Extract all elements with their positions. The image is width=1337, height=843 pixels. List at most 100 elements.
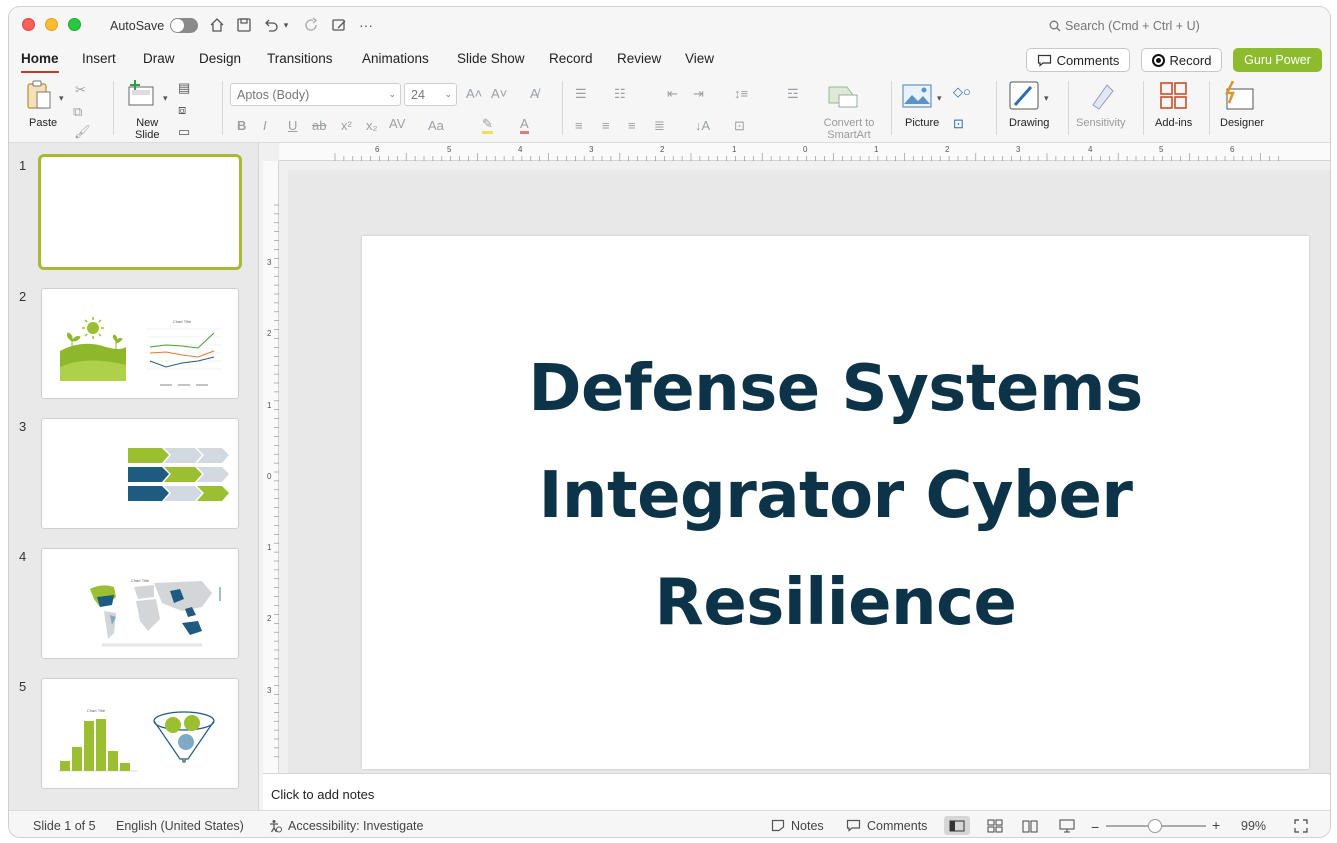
justify-icon[interactable]: ≣ [654, 119, 665, 133]
notes-pane[interactable]: Click to add notes [263, 773, 1330, 810]
align-right-icon[interactable]: ≡ [628, 119, 636, 133]
accessibility-status[interactable]: Accessibility: Investigate [268, 819, 423, 833]
highlight-icon[interactable]: ✎ [482, 116, 493, 134]
tab-review[interactable]: Review [617, 51, 661, 66]
font-name-select[interactable]: Aptos (Body) ⌄ [230, 83, 401, 106]
format-painter-icon[interactable]: 🖌 [74, 125, 91, 139]
notes-toggle[interactable]: Notes [771, 819, 824, 833]
autosave-toggle[interactable] [170, 18, 198, 33]
slideshow-view-button[interactable] [1054, 816, 1080, 835]
increase-font-icon[interactable]: A˄ [466, 87, 482, 101]
convert-smartart-button[interactable] [827, 83, 861, 109]
sensitivity-button[interactable] [1087, 81, 1117, 111]
reset-icon[interactable]: ⧈ [178, 103, 186, 117]
designer-button[interactable] [1223, 80, 1255, 111]
picture-button[interactable] [902, 84, 932, 108]
ruler-label: 1 [267, 543, 272, 552]
tab-draw[interactable]: Draw [143, 51, 175, 66]
layout-icon[interactable]: ▤ [178, 81, 190, 95]
maximize-window-button[interactable] [68, 18, 81, 31]
numbering-icon[interactable]: ☷ [614, 87, 626, 101]
textbox-icon[interactable]: ⊡ [953, 117, 964, 131]
undo-icon[interactable] [262, 16, 280, 34]
ruler-label: 6 [375, 145, 380, 154]
slide-thumbnail-1[interactable] [38, 154, 242, 270]
home-icon[interactable] [208, 16, 226, 34]
font-size-select[interactable]: 24 ⌄ [404, 83, 457, 106]
current-slide[interactable]: Defense Systems Integrator Cyber Resilie… [362, 236, 1309, 769]
drawing-button[interactable] [1009, 81, 1041, 111]
fit-to-window-button[interactable] [1288, 816, 1314, 835]
close-window-button[interactable] [22, 18, 35, 31]
italic-icon[interactable]: I [263, 119, 267, 133]
tab-insert[interactable]: Insert [82, 51, 116, 66]
increase-indent-icon[interactable]: ⇥ [693, 87, 704, 101]
new-slide-dropdown-icon[interactable]: ▾ [163, 91, 168, 105]
cut-icon[interactable]: ✂ [75, 83, 86, 97]
comments-toggle[interactable]: Comments [846, 819, 927, 833]
reading-view-button[interactable] [1017, 816, 1043, 835]
paste-button[interactable] [25, 79, 55, 111]
clear-formatting-icon[interactable]: A̸ [530, 87, 539, 101]
tab-slide-show[interactable]: Slide Show [457, 51, 525, 66]
addins-button[interactable] [1160, 82, 1188, 110]
slide-thumbnail-5[interactable]: Chart Title [41, 678, 239, 789]
align-text-icon[interactable]: ⊡ [734, 119, 745, 133]
ruler-label: 0 [267, 472, 272, 481]
undo-dropdown-icon[interactable]: ▾ [281, 16, 291, 34]
line-spacing-icon[interactable]: ↕≡ [734, 87, 748, 101]
superscript-icon[interactable]: x² [341, 119, 352, 133]
shapes-icon[interactable]: ◇○ [953, 85, 971, 99]
slide-number: 5 [19, 679, 27, 694]
more-icon[interactable]: ··· [357, 16, 375, 34]
bullets-icon[interactable]: ☰ [575, 87, 587, 101]
zoom-slider-handle[interactable] [1148, 819, 1162, 833]
slide-title-textbox[interactable]: Defense Systems Integrator Cyber Resilie… [362, 336, 1309, 657]
zoom-level[interactable]: 99% [1241, 819, 1266, 833]
character-spacing-icon[interactable]: AV [389, 117, 405, 131]
redo-icon[interactable] [303, 16, 321, 34]
tab-record[interactable]: Record [549, 51, 593, 66]
decrease-font-icon[interactable]: A˅ [491, 87, 507, 101]
change-case-icon[interactable]: Aa [428, 119, 444, 133]
zoom-out-button[interactable]: − [1091, 819, 1099, 835]
font-color-icon[interactable]: A [520, 116, 529, 134]
search-box[interactable]: Search (Cmd + Ctrl + U) [1049, 19, 1200, 33]
section-icon[interactable]: ▭ [178, 125, 190, 139]
slide-thumbnail-3[interactable] [41, 418, 239, 529]
strikethrough-icon[interactable]: ab [312, 119, 326, 133]
slide-canvas: Defense Systems Integrator Cyber Resilie… [288, 170, 1330, 773]
save-icon[interactable] [235, 16, 253, 34]
subscript-icon[interactable]: x₂ [366, 119, 378, 133]
guru-power-button[interactable]: Guru Power [1233, 48, 1322, 72]
copy-icon[interactable]: ⧉ [73, 105, 82, 119]
new-slide-button[interactable] [127, 80, 157, 110]
comments-button[interactable]: Comments [1026, 48, 1130, 72]
picture-dropdown-icon[interactable]: ▾ [937, 91, 942, 105]
columns-icon[interactable]: ☲ [787, 87, 799, 101]
normal-view-button[interactable] [944, 816, 970, 835]
customize-icon[interactable] [330, 16, 348, 34]
text-direction-icon[interactable]: ↓A [695, 119, 710, 133]
record-button[interactable]: Record [1141, 48, 1222, 72]
zoom-in-button[interactable]: + [1212, 817, 1220, 833]
slide-thumbnail-2[interactable]: Chart Title [41, 288, 239, 399]
decrease-indent-icon[interactable]: ⇤ [667, 87, 678, 101]
slide-thumbnails-panel[interactable]: 1 2 Chart Title 3 4 Chart Title 5 Chart … [9, 143, 259, 810]
slide-thumbnail-4[interactable]: Chart Title [41, 548, 239, 659]
tab-view[interactable]: View [685, 51, 714, 66]
tab-home[interactable]: Home [21, 51, 59, 73]
align-left-icon[interactable]: ≡ [575, 119, 583, 133]
paste-dropdown-icon[interactable]: ▾ [59, 91, 64, 105]
slide-sorter-button[interactable] [982, 816, 1008, 835]
align-center-icon[interactable]: ≡ [602, 119, 610, 133]
drawing-dropdown-icon[interactable]: ▾ [1044, 91, 1049, 105]
bold-icon[interactable]: B [237, 119, 246, 133]
underline-icon[interactable]: U [288, 119, 297, 133]
language-status[interactable]: English (United States) [116, 819, 244, 833]
tab-transitions[interactable]: Transitions [267, 51, 333, 66]
tab-animations[interactable]: Animations [362, 51, 429, 66]
picture-label: Picture [905, 117, 940, 129]
minimize-window-button[interactable] [45, 18, 58, 31]
tab-design[interactable]: Design [199, 51, 241, 66]
